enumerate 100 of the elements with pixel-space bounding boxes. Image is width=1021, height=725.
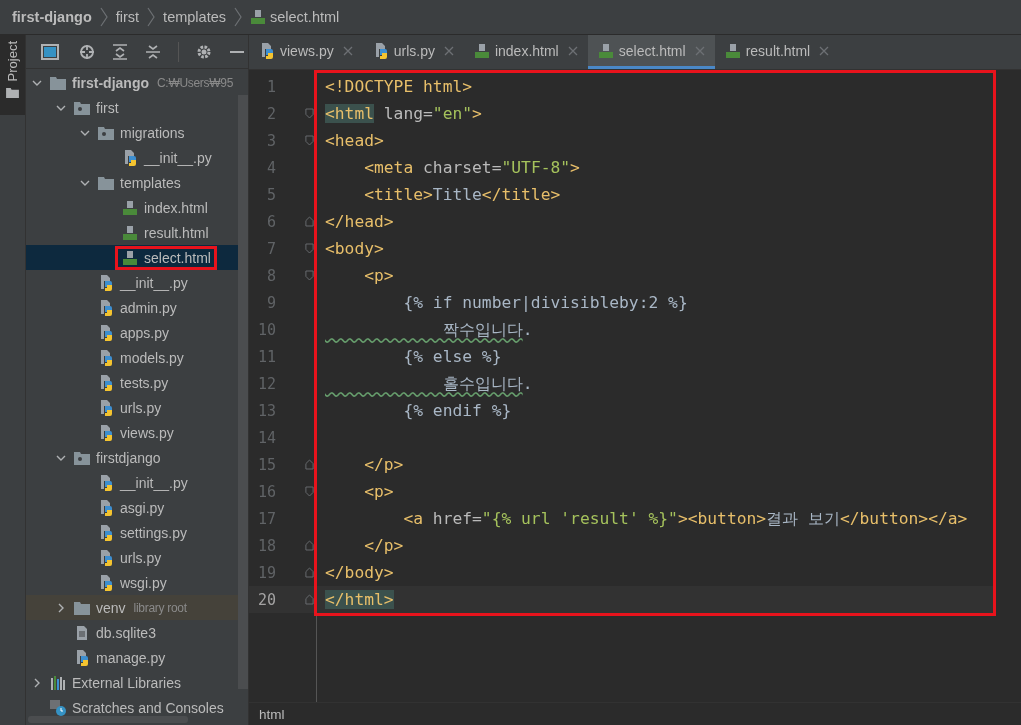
python-file-icon bbox=[98, 399, 114, 416]
chevron-icon[interactable] bbox=[56, 602, 66, 613]
close-icon[interactable] bbox=[443, 45, 454, 56]
python-file-icon bbox=[98, 424, 114, 441]
fold-marker-icon[interactable] bbox=[304, 108, 314, 119]
fold-marker-icon[interactable] bbox=[304, 540, 314, 551]
close-icon[interactable] bbox=[819, 45, 830, 56]
python-file-icon bbox=[98, 374, 114, 391]
tree-item[interactable]: urls.py bbox=[98, 548, 165, 567]
package-folder-icon bbox=[98, 125, 114, 140]
code-line: <a href="{% url 'result' %}"><button>결과 보기</button></a> bbox=[402, 507, 968, 530]
code-line: <head> bbox=[325, 131, 384, 150]
path-hint: C:₩Users₩95 bbox=[157, 75, 234, 90]
code-line: {% endif %} bbox=[402, 401, 512, 420]
fold-marker-icon[interactable] bbox=[304, 567, 314, 578]
python-file-icon bbox=[122, 149, 138, 166]
tag-breadcrumb[interactable]: html bbox=[259, 706, 285, 722]
folder-icon bbox=[98, 175, 114, 190]
python-file-icon bbox=[98, 574, 114, 591]
breadcrumb-item[interactable]: first bbox=[115, 9, 140, 25]
folder-icon bbox=[50, 75, 66, 90]
tree-item[interactable]: __init__.py bbox=[122, 148, 215, 167]
html-file-icon bbox=[724, 42, 741, 59]
tree-item[interactable]: firstdjango bbox=[74, 448, 164, 467]
tree-item[interactable]: __init__.py bbox=[98, 273, 191, 292]
close-icon[interactable] bbox=[567, 45, 578, 56]
tree-item[interactable]: apps.py bbox=[98, 323, 173, 342]
tree-item[interactable]: settings.py bbox=[98, 523, 190, 542]
tree-item[interactable]: db.sqlite3 bbox=[74, 623, 159, 642]
scrollbar[interactable] bbox=[238, 95, 248, 689]
fold-marker-icon[interactable] bbox=[304, 135, 314, 146]
code-line: {% else %} bbox=[402, 347, 502, 366]
line-number: 19 bbox=[257, 563, 276, 582]
fold-marker-icon[interactable] bbox=[304, 594, 314, 605]
tree-item[interactable]: views.py bbox=[98, 423, 177, 442]
python-file-icon bbox=[98, 474, 114, 491]
close-icon[interactable] bbox=[342, 45, 353, 56]
line-number: 11 bbox=[257, 347, 276, 366]
tree-item[interactable]: urls.py bbox=[98, 398, 165, 417]
fold-marker-icon[interactable] bbox=[304, 459, 314, 470]
editor-tab[interactable]: views.py bbox=[249, 35, 363, 69]
tree-item[interactable]: result.html bbox=[122, 223, 212, 242]
tree-item[interactable]: index.html bbox=[122, 198, 211, 217]
tree-item[interactable]: manage.py bbox=[74, 648, 169, 667]
python-file-icon bbox=[74, 649, 90, 666]
breadcrumb-item[interactable]: templates bbox=[163, 9, 226, 25]
editor-tab[interactable]: index.html bbox=[463, 35, 588, 69]
python-file-icon bbox=[98, 299, 114, 316]
line-number: 15 bbox=[257, 455, 276, 474]
breadcrumb-item[interactable]: first-django bbox=[12, 9, 92, 25]
code-line: </head> bbox=[325, 212, 394, 231]
tree-item[interactable]: first bbox=[74, 98, 122, 117]
fold-marker-icon[interactable] bbox=[304, 486, 314, 497]
code-line: </body> bbox=[325, 563, 394, 582]
line-number: 4 bbox=[266, 158, 276, 177]
code-line: </p> bbox=[363, 455, 404, 474]
settings-icon[interactable] bbox=[196, 43, 212, 60]
expand-all-icon[interactable] bbox=[112, 43, 128, 60]
python-file-icon bbox=[98, 499, 114, 516]
tree-item[interactable]: first-django bbox=[50, 73, 152, 92]
line-number: 8 bbox=[266, 266, 276, 285]
tree-item[interactable]: Scratches and Consoles bbox=[50, 698, 227, 717]
tree-item[interactable]: __init__.py bbox=[98, 473, 191, 492]
package-folder-icon bbox=[74, 450, 90, 465]
scrollbar[interactable] bbox=[28, 716, 188, 723]
collapse-all-icon[interactable] bbox=[145, 43, 161, 60]
project-tab[interactable]: Project bbox=[0, 35, 25, 115]
line-number: 10 bbox=[257, 320, 276, 339]
breadcrumb-item[interactable]: select.html bbox=[250, 9, 340, 25]
python-file-icon bbox=[259, 42, 275, 59]
python-file-icon bbox=[98, 549, 114, 566]
editor-tab[interactable]: select.html bbox=[587, 35, 715, 69]
tree-item[interactable]: templates bbox=[98, 173, 184, 192]
tree-item[interactable]: venv bbox=[74, 598, 129, 617]
code-line: 짝수입니다. bbox=[441, 318, 533, 341]
tree-item[interactable]: tests.py bbox=[98, 373, 172, 392]
code-line: <p> bbox=[363, 266, 394, 285]
editor-tab[interactable]: urls.py bbox=[362, 35, 464, 69]
fold-marker-icon[interactable] bbox=[304, 243, 314, 254]
tree-item[interactable]: models.py bbox=[98, 348, 187, 367]
chevron-icon[interactable] bbox=[32, 677, 42, 688]
layout-icon[interactable] bbox=[40, 43, 62, 60]
code-line: <title>Title</title> bbox=[363, 185, 561, 204]
line-number: 3 bbox=[266, 131, 276, 150]
path-hint: library root bbox=[133, 600, 187, 615]
tree-item[interactable]: asgi.py bbox=[98, 498, 168, 517]
locate-icon[interactable] bbox=[79, 43, 95, 60]
code-line: <body> bbox=[325, 239, 384, 258]
tree-item[interactable]: External Libraries bbox=[50, 673, 184, 692]
editor-tab[interactable]: result.html bbox=[714, 35, 840, 69]
fold-marker-icon[interactable] bbox=[304, 270, 314, 281]
folder-icon bbox=[6, 87, 19, 99]
fold-marker-icon[interactable] bbox=[304, 216, 314, 227]
tree-item[interactable]: admin.py bbox=[98, 298, 180, 317]
tree-item[interactable]: migrations bbox=[98, 123, 188, 142]
close-icon[interactable] bbox=[694, 45, 705, 56]
code-line: <meta charset="UTF-8"> bbox=[363, 158, 580, 177]
tree-item[interactable]: wsgi.py bbox=[98, 573, 170, 592]
line-number: 14 bbox=[257, 428, 276, 447]
line-number: 1 bbox=[266, 77, 276, 96]
